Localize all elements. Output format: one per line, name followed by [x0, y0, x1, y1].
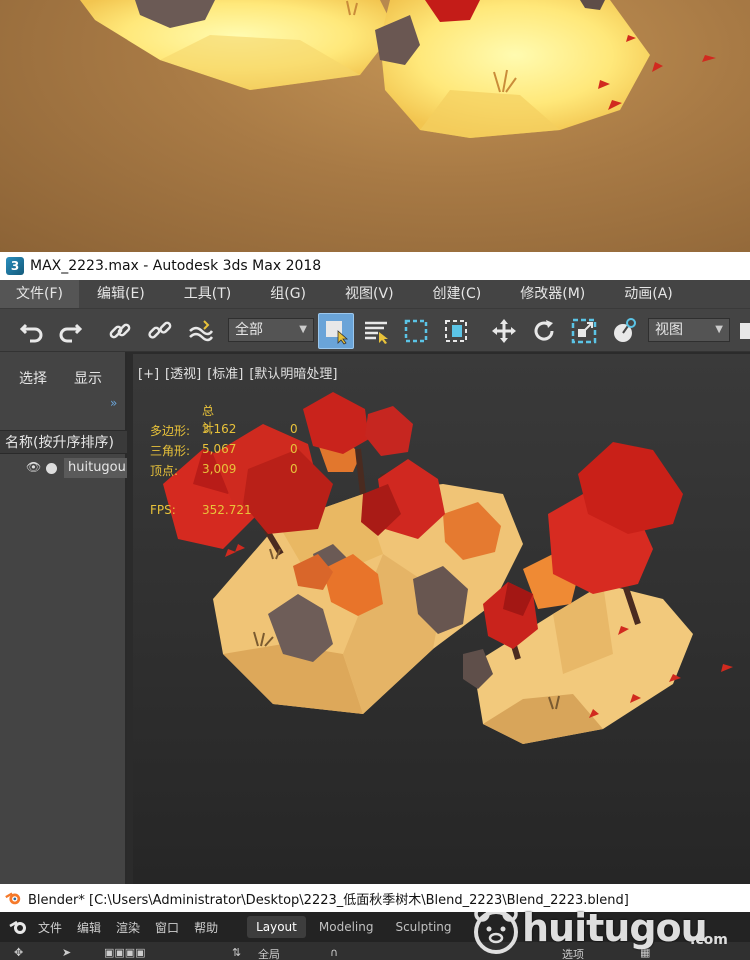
watermark-suffix: .com: [690, 932, 728, 948]
selection-filter-value: 全部: [235, 322, 263, 338]
unlink-icon: [148, 321, 172, 339]
use-pivot-point-button[interactable]: [734, 315, 750, 347]
stats-row-vertices: 顶点: 3,009 0: [150, 462, 298, 478]
max-title-bar: 3 MAX_2223.max - Autodesk 3ds Max 2018: [0, 252, 750, 280]
blender-menu-window[interactable]: 窗口: [155, 919, 179, 936]
rotate-icon: [534, 320, 554, 341]
select-and-scale-button[interactable]: [568, 315, 600, 347]
workspace-tab-modeling[interactable]: Modeling: [310, 916, 383, 938]
window-crossing-button[interactable]: [440, 315, 472, 347]
blender-menu-logo-icon[interactable]: [8, 917, 28, 937]
menu-animation[interactable]: 动画(A): [614, 280, 683, 308]
select-and-rotate-button[interactable]: [528, 315, 560, 347]
rectangular-selection-region-button[interactable]: [400, 315, 432, 347]
render-preview-scene: [80, 0, 716, 138]
scene-explorer-panel: 选择 显示 » 名称(按升序排序) 👁 huitugou: [0, 352, 127, 884]
snap-icon[interactable]: ∩: [330, 946, 338, 960]
workspace-tab-sculpting[interactable]: Sculpting: [386, 916, 460, 938]
tab-display[interactable]: 显示: [74, 368, 102, 388]
watermark-text: huitugou: [522, 906, 708, 950]
viewport-shading-menu[interactable]: [默认明暗处理]: [249, 367, 337, 382]
max-window-title: MAX_2223.max - Autodesk 3ds Max 2018: [30, 258, 322, 274]
blender-menu-file[interactable]: 文件: [38, 919, 62, 936]
max-main-toolbar: 全部 ▼ 视图 ▼: [0, 308, 750, 352]
blender-menu-edit[interactable]: 编辑: [77, 919, 101, 936]
reference-coordinate-dropdown[interactable]: 视图 ▼: [648, 318, 730, 342]
pivot-icon: [740, 323, 750, 339]
selection-mode-icons[interactable]: ▣▣▣▣: [104, 946, 146, 960]
menu-views[interactable]: 视图(V): [335, 280, 404, 308]
undo-icon: [19, 323, 43, 343]
move-icon: [492, 319, 516, 343]
orientation-global-dropdown[interactable]: 全局: [258, 946, 280, 960]
huitugou-watermark: huitugou .com: [470, 902, 740, 960]
unlink-selection-button[interactable]: [144, 315, 176, 347]
select-object-button[interactable]: [318, 313, 354, 349]
blender-logo-icon: [5, 892, 21, 905]
chevron-down-icon: ▼: [299, 324, 307, 335]
menu-edit[interactable]: 编辑(E): [87, 280, 155, 308]
rectangle-selection-icon: [404, 319, 428, 343]
space-warp-icon: [189, 320, 214, 342]
viewport-point-of-view-menu[interactable]: [透视]: [165, 367, 201, 382]
selection-filter-dropdown[interactable]: 全部 ▼: [228, 318, 314, 342]
double-chevron-icon[interactable]: »: [110, 396, 117, 410]
render-preview: [0, 0, 750, 252]
reference-coordinate-value: 视图: [655, 322, 683, 338]
window-crossing-icon: [445, 320, 467, 342]
menu-modifiers[interactable]: 修改器(M): [510, 280, 595, 308]
stats-row-fps: FPS: 352.721: [150, 503, 252, 517]
viewport-general-menu[interactable]: [+]: [138, 367, 159, 382]
bind-to-space-warp-button[interactable]: [184, 315, 216, 347]
transform-orientation-icon[interactable]: ⇅: [232, 946, 241, 960]
blender-menu-help[interactable]: 帮助: [194, 919, 218, 936]
scene-object-name[interactable]: huitugou: [64, 458, 127, 478]
scale-icon: [571, 318, 597, 344]
select-box-icon[interactable]: ➤: [62, 946, 71, 960]
render-toggle-icon[interactable]: [46, 463, 57, 474]
3dsmax-app-icon: 3: [6, 257, 24, 275]
select-by-name-button[interactable]: [360, 315, 392, 347]
viewport-label-menu[interactable]: [+] [透视] [标准] [默认明暗处理]: [138, 363, 344, 382]
menu-create[interactable]: 创建(C): [423, 280, 492, 308]
stats-row-polygons: 多边形: 3,162 0: [150, 422, 298, 438]
workspace-tab-layout[interactable]: Layout: [247, 916, 306, 938]
redo-icon: [59, 323, 83, 343]
select-object-icon: [326, 321, 349, 345]
select-and-move-button[interactable]: [488, 315, 520, 347]
place-object-button[interactable]: [608, 315, 640, 347]
undo-button[interactable]: [16, 315, 48, 347]
redo-button[interactable]: [54, 315, 86, 347]
place-icon: [614, 318, 636, 342]
select-and-link-button[interactable]: [104, 315, 136, 347]
tab-select[interactable]: 选择: [19, 368, 47, 388]
menu-file[interactable]: 文件(F): [0, 280, 79, 308]
scene-object-row[interactable]: 👁 huitugou: [0, 456, 127, 478]
max-menu-bar: 文件(F) 编辑(E) 工具(T) 组(G) 视图(V) 创建(C) 修改器(M…: [0, 280, 750, 308]
perspective-viewport[interactable]: [+] [透视] [标准] [默认明暗处理] 总计 多边形: 3,162 0 三角形:…: [133, 354, 750, 884]
select-by-name-icon: [365, 321, 388, 344]
stats-row-triangles: 三角形: 5,067 0: [150, 442, 298, 458]
menu-tools[interactable]: 工具(T): [174, 280, 241, 308]
chevron-down-icon: ▼: [715, 324, 723, 335]
eye-icon[interactable]: 👁: [26, 460, 41, 474]
menu-group[interactable]: 组(G): [260, 280, 316, 308]
transform-pivot-icon[interactable]: ✥: [14, 946, 23, 960]
viewport-standard-menu[interactable]: [标准]: [207, 367, 243, 382]
link-icon: [109, 323, 131, 339]
name-column-header[interactable]: 名称(按升序排序): [0, 430, 127, 454]
bear-logo-icon: [474, 906, 518, 954]
blender-menu-render[interactable]: 渲染: [116, 919, 140, 936]
